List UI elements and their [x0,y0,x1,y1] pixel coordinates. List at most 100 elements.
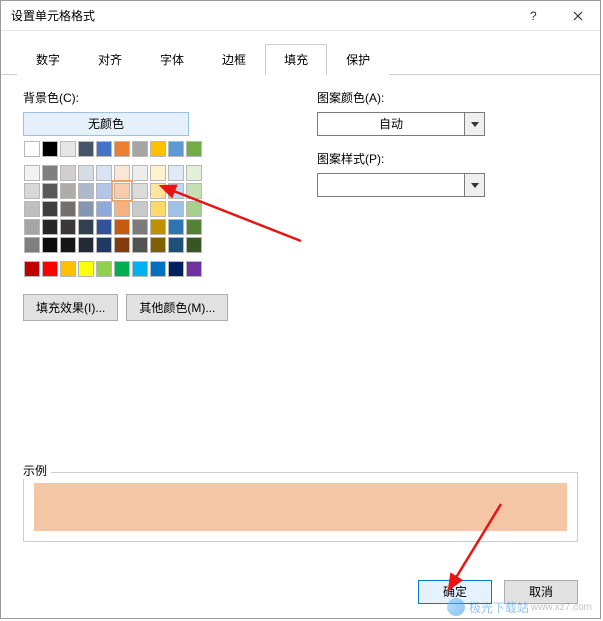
watermark: 极光下载站 www.xz7.com [447,598,592,616]
bgcolor-label: 背景色(C): [23,89,303,106]
chevron-down-icon [464,113,484,135]
color-swatch[interactable] [96,261,112,277]
color-swatch[interactable] [96,183,112,199]
color-swatch[interactable] [78,201,94,217]
color-swatch[interactable] [24,165,40,181]
color-swatch[interactable] [186,219,202,235]
color-swatch[interactable] [42,141,58,157]
color-swatch[interactable] [168,141,184,157]
pattern-color-value: 自动 [318,113,464,135]
color-swatch[interactable] [114,261,130,277]
color-swatch[interactable] [114,183,130,199]
fill-effects-button[interactable]: 填充效果(I)... [23,294,118,321]
color-swatch[interactable] [96,141,112,157]
color-swatch[interactable] [114,201,130,217]
color-swatch[interactable] [168,201,184,217]
color-swatch[interactable] [150,165,166,181]
color-swatch[interactable] [42,237,58,253]
color-swatch[interactable] [78,165,94,181]
svg-text:?: ? [530,11,537,21]
color-swatch[interactable] [60,165,76,181]
color-swatch[interactable] [42,183,58,199]
no-color-button[interactable]: 无颜色 [23,112,189,136]
color-swatch[interactable] [114,219,130,235]
pattern-color-label: 图案颜色(A): [317,89,578,106]
color-swatch[interactable] [96,165,112,181]
color-swatch[interactable] [78,141,94,157]
watermark-url: www.xz7.com [531,602,592,613]
color-swatch[interactable] [150,219,166,235]
color-swatch[interactable] [132,165,148,181]
color-swatch[interactable] [78,237,94,253]
color-swatch[interactable] [132,201,148,217]
tab-5[interactable]: 保护 [327,44,389,75]
tab-4[interactable]: 填充 [265,44,327,75]
tab-3[interactable]: 边框 [203,44,265,75]
color-swatch[interactable] [150,237,166,253]
color-swatch[interactable] [60,183,76,199]
titlebar: 设置单元格格式 ? [1,1,600,31]
pattern-color-combo[interactable]: 自动 [317,112,485,136]
color-swatch[interactable] [114,165,130,181]
dialog-title: 设置单元格格式 [11,7,510,24]
fill-tab-content: 背景色(C): 无颜色 填充效果(I)... 其他颜色(M)... 图案颜色(A… [1,75,600,335]
color-swatch[interactable] [150,261,166,277]
color-swatch[interactable] [60,141,76,157]
color-swatch[interactable] [78,183,94,199]
format-cells-dialog: 设置单元格格式 ? 数字对齐字体边框填充保护 背景色(C): 无颜色 填充效果(… [0,0,601,619]
color-swatch[interactable] [96,219,112,235]
color-swatch[interactable] [186,237,202,253]
help-button[interactable]: ? [510,1,555,31]
chevron-down-icon [464,174,484,196]
color-swatch[interactable] [42,261,58,277]
color-swatch[interactable] [150,141,166,157]
more-colors-button[interactable]: 其他颜色(M)... [126,294,228,321]
pattern-style-combo[interactable] [317,173,485,197]
color-swatch[interactable] [132,237,148,253]
color-swatch[interactable] [42,165,58,181]
color-swatch[interactable] [186,165,202,181]
color-swatch[interactable] [24,183,40,199]
tab-0[interactable]: 数字 [17,44,79,75]
color-swatch[interactable] [186,261,202,277]
color-swatch[interactable] [24,237,40,253]
color-swatch[interactable] [168,237,184,253]
sample-fill [34,483,567,531]
color-swatch[interactable] [42,219,58,235]
color-swatch[interactable] [96,237,112,253]
color-swatch[interactable] [24,219,40,235]
color-swatch[interactable] [78,261,94,277]
color-swatch[interactable] [60,219,76,235]
color-swatch[interactable] [132,141,148,157]
color-swatch[interactable] [132,261,148,277]
close-button[interactable] [555,1,600,31]
color-swatch[interactable] [114,237,130,253]
color-swatch[interactable] [114,141,130,157]
color-swatch[interactable] [186,141,202,157]
tab-2[interactable]: 字体 [141,44,203,75]
color-swatch[interactable] [24,201,40,217]
color-swatch[interactable] [24,141,40,157]
color-swatch[interactable] [168,219,184,235]
sample-box [23,472,578,542]
color-swatch[interactable] [186,183,202,199]
color-swatch[interactable] [60,237,76,253]
color-swatch[interactable] [42,201,58,217]
color-swatch[interactable] [132,183,148,199]
color-swatch[interactable] [60,201,76,217]
color-swatch[interactable] [168,165,184,181]
color-swatch[interactable] [24,261,40,277]
tab-1[interactable]: 对齐 [79,44,141,75]
color-swatch[interactable] [132,219,148,235]
color-swatch[interactable] [78,219,94,235]
color-swatch[interactable] [186,201,202,217]
color-swatch[interactable] [168,261,184,277]
pattern-style-value [318,174,464,196]
color-swatch[interactable] [96,201,112,217]
color-swatch[interactable] [168,183,184,199]
color-swatch[interactable] [60,261,76,277]
watermark-brand: 极光下载站 [469,599,529,616]
color-swatch[interactable] [150,183,166,199]
pattern-style-label: 图案样式(P): [317,150,578,167]
color-swatch[interactable] [150,201,166,217]
